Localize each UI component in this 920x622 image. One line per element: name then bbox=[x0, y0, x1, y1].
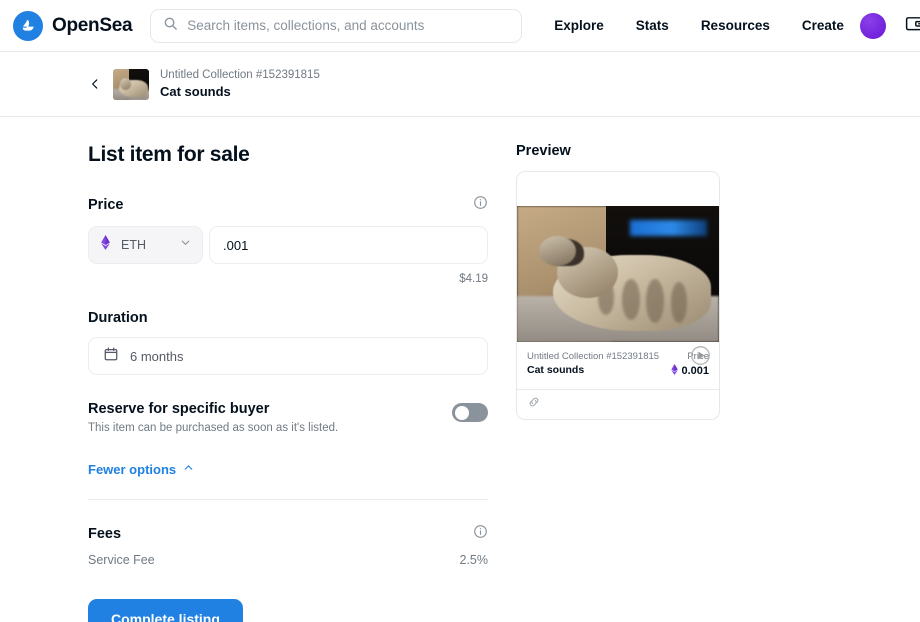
card-info-row: Untitled Collection #152391815 Cat sound… bbox=[527, 351, 709, 378]
preview-panel: Preview Untitled Collection #152391815 C… bbox=[516, 143, 746, 622]
duration-select[interactable]: 6 months bbox=[88, 337, 488, 375]
reserve-toggle[interactable] bbox=[452, 403, 488, 422]
card-footer bbox=[517, 389, 719, 419]
breadcrumb-title: Cat sounds bbox=[160, 84, 231, 99]
reserve-label: Reserve for specific buyer bbox=[88, 401, 270, 417]
nav-item-create[interactable]: Create bbox=[786, 18, 860, 33]
item-thumbnail[interactable] bbox=[113, 68, 149, 100]
cat-image bbox=[517, 206, 719, 342]
toggle-knob bbox=[455, 405, 469, 420]
section-divider bbox=[88, 498, 488, 500]
nav-item-resources[interactable]: Resources bbox=[685, 18, 786, 33]
fewer-options-label: Fewer options bbox=[88, 461, 177, 477]
top-header: OpenSea Explore Stats Resources Create bbox=[0, 0, 920, 52]
back-chevron-icon[interactable] bbox=[88, 77, 102, 91]
card-media-wrapper bbox=[517, 206, 719, 365]
card-media bbox=[517, 206, 719, 342]
breadcrumb-text: Untitled Collection #152391815 Cat sound… bbox=[160, 68, 320, 100]
page-title: List item for sale bbox=[88, 143, 250, 166]
calendar-icon bbox=[103, 346, 119, 367]
fee-row: Service Fee 2.5% bbox=[88, 553, 488, 567]
ethereum-icon-small bbox=[671, 364, 679, 378]
fee-name: Service Fee bbox=[88, 552, 155, 567]
fees-label: Fees bbox=[88, 525, 122, 542]
card-price-value-row: 0.001 bbox=[671, 364, 709, 378]
price-label: Price bbox=[88, 197, 124, 213]
fewer-options-toggle[interactable]: Fewer options bbox=[88, 461, 195, 477]
nav-item-stats[interactable]: Stats bbox=[620, 18, 685, 33]
wallet-icon[interactable] bbox=[904, 13, 920, 39]
page-body: List item for sale Price ETH .001 $4.19 … bbox=[0, 117, 920, 622]
currency-value: ETH bbox=[121, 238, 146, 252]
listing-form: List item for sale Price ETH .001 $4.19 … bbox=[88, 143, 488, 622]
nav-item-explore[interactable]: Explore bbox=[538, 18, 620, 33]
header-actions bbox=[859, 12, 920, 39]
duration-field-header: Duration bbox=[88, 310, 488, 326]
reserve-text: Reserve for specific buyer This item can… bbox=[88, 401, 338, 434]
price-info-icon[interactable] bbox=[473, 195, 488, 215]
card-info: Untitled Collection #152391815 Cat sound… bbox=[517, 342, 719, 389]
search-icon bbox=[163, 16, 178, 36]
fee-value: 2.5% bbox=[459, 552, 489, 567]
price-input[interactable] bbox=[209, 226, 488, 264]
price-row: ETH bbox=[88, 226, 488, 264]
breadcrumb-collection[interactable]: Untitled Collection #152391815 bbox=[160, 68, 320, 83]
brand-name: OpenSea bbox=[52, 14, 133, 36]
search-input[interactable] bbox=[187, 18, 510, 33]
currency-select[interactable]: ETH bbox=[88, 226, 203, 264]
duration-section: Duration 6 months bbox=[88, 310, 488, 375]
fees-info-icon[interactable] bbox=[473, 524, 488, 544]
preview-card[interactable]: Untitled Collection #152391815 Cat sound… bbox=[516, 171, 720, 420]
reserve-description: This item can be purchased as soon as it… bbox=[88, 422, 339, 434]
price-field-header: Price bbox=[88, 195, 488, 215]
duration-value: 6 months bbox=[130, 348, 184, 364]
preview-label: Preview bbox=[516, 143, 571, 159]
chevron-down-icon bbox=[179, 236, 192, 254]
avatar[interactable] bbox=[859, 12, 886, 39]
ethereum-icon bbox=[99, 235, 112, 255]
breadcrumb: Untitled Collection #152391815 Cat sound… bbox=[0, 52, 920, 117]
brand-logo[interactable]: OpenSea bbox=[13, 10, 133, 41]
card-collection: Untitled Collection #152391815 bbox=[527, 351, 660, 362]
chevron-up-icon bbox=[182, 461, 195, 477]
complete-listing-button[interactable]: Complete listing bbox=[88, 598, 243, 622]
play-button-icon[interactable] bbox=[690, 345, 711, 366]
main-nav: Explore Stats Resources Create bbox=[538, 18, 860, 33]
opensea-logo-icon bbox=[13, 10, 43, 41]
card-title: Cat sounds bbox=[527, 364, 585, 376]
card-price-value: 0.001 bbox=[681, 365, 709, 377]
reserve-section: Reserve for specific buyer This item can… bbox=[88, 401, 488, 434]
duration-label: Duration bbox=[88, 310, 148, 326]
card-identity: Untitled Collection #152391815 Cat sound… bbox=[527, 351, 659, 376]
fees-header: Fees bbox=[88, 524, 488, 544]
price-usd-value: $4.19 bbox=[459, 273, 488, 285]
search-bar[interactable] bbox=[150, 8, 523, 43]
link-icon[interactable] bbox=[527, 395, 541, 414]
card-top-spacer bbox=[517, 172, 719, 206]
